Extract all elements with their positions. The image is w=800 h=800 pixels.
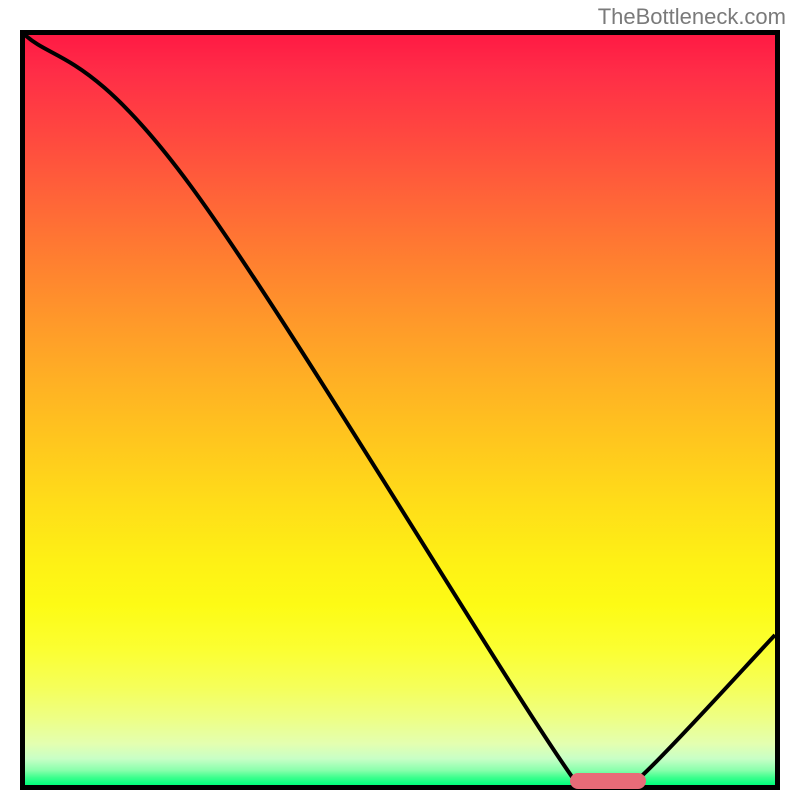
bottleneck-curve	[25, 35, 775, 785]
chart-frame	[20, 30, 780, 790]
optimal-range-marker	[570, 773, 646, 789]
watermark-text: TheBottleneck.com	[598, 4, 786, 30]
